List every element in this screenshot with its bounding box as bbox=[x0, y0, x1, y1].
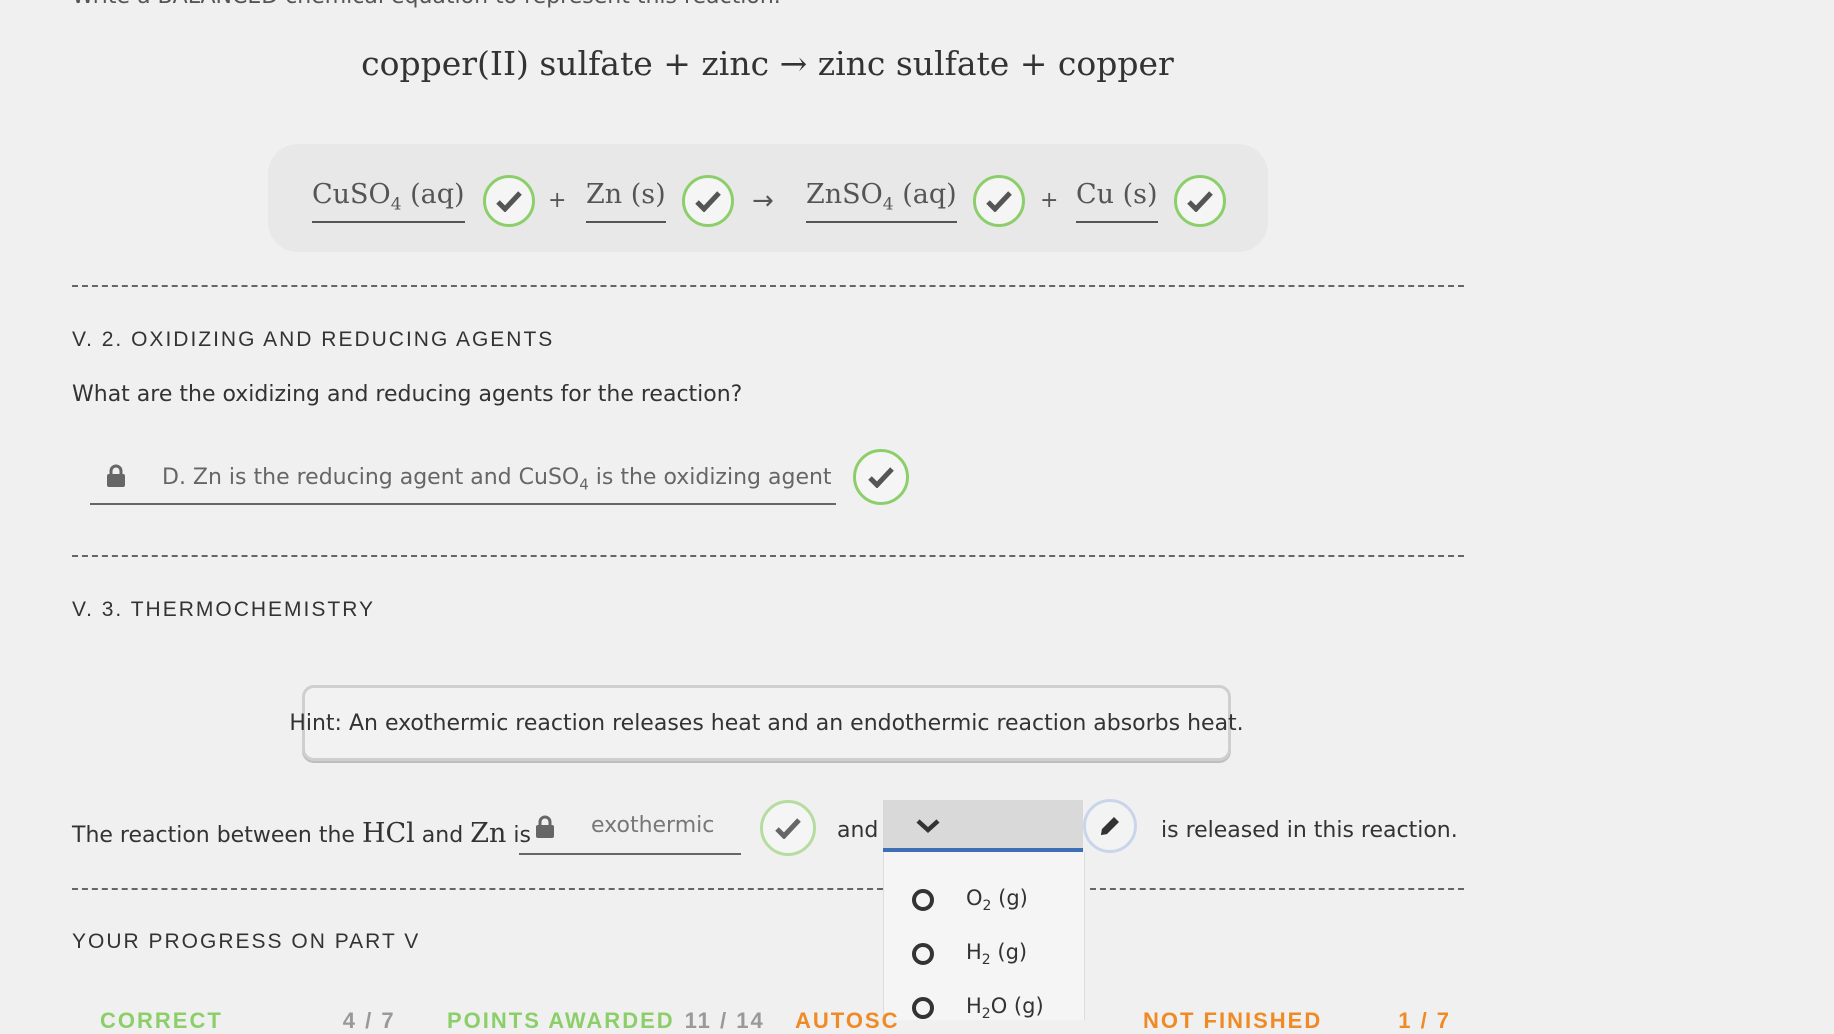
progress-not-finished: NOT FINISHED 1 / 7 bbox=[1143, 1008, 1452, 1033]
check-icon bbox=[853, 449, 909, 505]
progress-title: YOUR PROGRESS ON PART V bbox=[72, 930, 421, 953]
equation-term-cuso4[interactable]: CuSO4 (aq) bbox=[312, 175, 535, 227]
dropdown-option[interactable]: H2 (g) bbox=[912, 940, 1027, 968]
agents-answer-text: D. Zn is the reducing agent and CuSO4 is… bbox=[162, 465, 832, 494]
lock-icon bbox=[107, 464, 125, 487]
plus-sign: + bbox=[548, 188, 567, 213]
formula-field[interactable]: Zn (s) bbox=[586, 179, 666, 223]
progress-correct: CORRECT 4 / 7 bbox=[100, 1008, 396, 1033]
equation-term-znso4[interactable]: ZnSO4 (aq) bbox=[806, 175, 1025, 227]
section-divider bbox=[72, 555, 1464, 557]
section-divider bbox=[72, 888, 883, 890]
check-icon bbox=[482, 175, 535, 227]
sentence-end: is released in this reaction. bbox=[1161, 818, 1458, 843]
product-dropdown[interactable] bbox=[883, 800, 1083, 852]
thermo-answer-field[interactable]: exothermic bbox=[519, 805, 741, 855]
check-icon bbox=[760, 800, 816, 856]
equation-term-zn[interactable]: Zn (s) bbox=[586, 175, 734, 227]
dropdown-option[interactable]: H2O (g) bbox=[912, 994, 1044, 1022]
formula-field[interactable]: Cu (s) bbox=[1076, 179, 1158, 223]
reaction-arrow: → bbox=[752, 186, 774, 216]
radio-button[interactable] bbox=[912, 943, 934, 966]
section-title-agents: V. 2. OXIDIZING AND REDUCING AGENTS bbox=[72, 328, 555, 351]
progress-points: POINTS AWARDED 11 / 14 bbox=[447, 1008, 765, 1033]
check-icon bbox=[1173, 175, 1226, 227]
thermo-sentence: The reaction between the HCl and Zn is bbox=[72, 818, 531, 849]
lock-icon bbox=[536, 815, 554, 838]
pencil-icon bbox=[1101, 817, 1119, 835]
section-title-thermo: V. 3. THERMOCHEMISTRY bbox=[72, 598, 376, 621]
thermo-answer-text: exothermic bbox=[591, 813, 715, 838]
check-icon bbox=[681, 175, 734, 227]
agents-answer-field[interactable]: D. Zn is the reducing agent and CuSO4 is… bbox=[90, 455, 836, 505]
edit-button[interactable] bbox=[1083, 799, 1137, 853]
progress-autoscored: AUTOSC bbox=[795, 1008, 900, 1033]
check-icon bbox=[972, 175, 1025, 227]
hint-text: Hint: An exothermic reaction releases he… bbox=[289, 710, 1244, 736]
formula-field[interactable]: ZnSO4 (aq) bbox=[806, 179, 957, 223]
formula-field[interactable]: CuSO4 (aq) bbox=[312, 179, 465, 223]
radio-button[interactable] bbox=[912, 889, 934, 912]
dropdown-options: O2 (g) H2 (g) H2O (g) bbox=[883, 852, 1085, 1022]
connector-text: and bbox=[837, 818, 879, 843]
agents-question: What are the oxidizing and reducing agen… bbox=[72, 382, 743, 407]
section-divider bbox=[72, 285, 1464, 287]
section-divider bbox=[1090, 888, 1464, 890]
instruction-text: Write a BALANCED chemical equation to re… bbox=[72, 0, 781, 9]
chevron-down-icon bbox=[916, 819, 940, 834]
radio-button[interactable] bbox=[912, 997, 934, 1020]
equation-term-cu[interactable]: Cu (s) bbox=[1076, 175, 1226, 227]
plus-sign: + bbox=[1040, 188, 1059, 213]
dropdown-option[interactable]: O2 (g) bbox=[912, 886, 1028, 914]
hint-box: Hint: An exothermic reaction releases he… bbox=[289, 685, 1244, 761]
word-equation: copper(II) sulfate + zinc → zinc sulfate… bbox=[361, 44, 1174, 83]
